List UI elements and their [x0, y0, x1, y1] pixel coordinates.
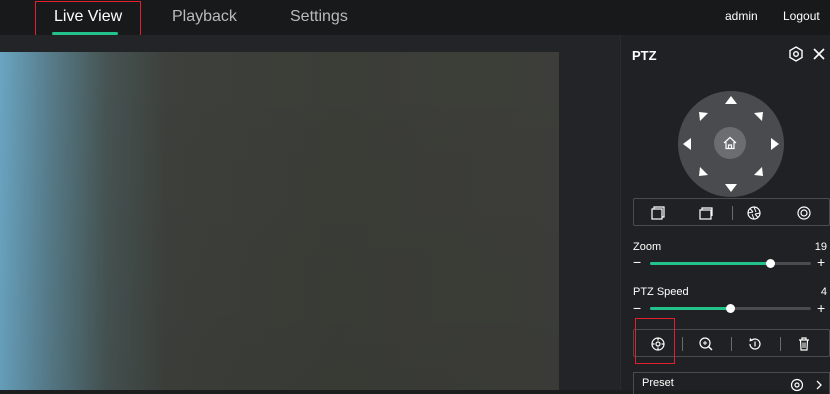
- home-icon: [723, 136, 737, 150]
- delete-icon[interactable]: [796, 336, 812, 352]
- zoom-out-button[interactable]: −: [633, 255, 641, 269]
- rotate-icon[interactable]: [747, 336, 763, 352]
- zoom-area-icon[interactable]: [698, 336, 714, 352]
- ptz-speed-slider-fill: [650, 307, 731, 310]
- zoom-slider-fill: [650, 262, 771, 265]
- username-label[interactable]: admin: [725, 9, 758, 23]
- speed-decrease-button[interactable]: −: [633, 301, 641, 315]
- separator: [780, 337, 781, 351]
- window-restore-icon[interactable]: [699, 206, 713, 220]
- zoom-slider[interactable]: [650, 259, 811, 268]
- speed-increase-button[interactable]: +: [817, 301, 825, 315]
- tab-playback[interactable]: Playback: [172, 6, 237, 28]
- zoom-in-button[interactable]: +: [817, 255, 825, 269]
- zoom-value: 19: [814, 241, 827, 253]
- highlight-box-center-tool: [635, 318, 675, 364]
- separator: [731, 337, 732, 351]
- ptz-speed-label: PTZ Speed: [633, 286, 689, 298]
- aperture-icon[interactable]: [747, 206, 761, 220]
- preset-label: Preset: [642, 377, 674, 389]
- ptz-speed-slider-handle[interactable]: [726, 304, 735, 313]
- view-tool-row: [633, 198, 830, 226]
- focus-icon[interactable]: [797, 206, 811, 220]
- tab-settings[interactable]: Settings: [290, 6, 348, 28]
- logout-link[interactable]: Logout: [783, 9, 820, 23]
- ptz-speed-value: 4: [820, 286, 827, 298]
- window-icon[interactable]: [651, 206, 665, 220]
- chevron-down-icon[interactable]: [813, 379, 825, 391]
- separator: [682, 337, 683, 351]
- ptz-speed-slider[interactable]: [650, 304, 811, 313]
- close-icon[interactable]: [813, 48, 825, 60]
- zoom-label: Zoom: [633, 241, 662, 253]
- settings-icon[interactable]: [788, 46, 804, 62]
- ptz-direction-pad[interactable]: [678, 91, 784, 197]
- zoom-slider-handle[interactable]: [766, 259, 775, 268]
- separator: [732, 206, 733, 220]
- home-button[interactable]: [714, 127, 746, 159]
- ptz-title: PTZ: [632, 48, 657, 63]
- preset-header[interactable]: Preset: [633, 372, 830, 394]
- live-video-feed[interactable]: [0, 52, 559, 390]
